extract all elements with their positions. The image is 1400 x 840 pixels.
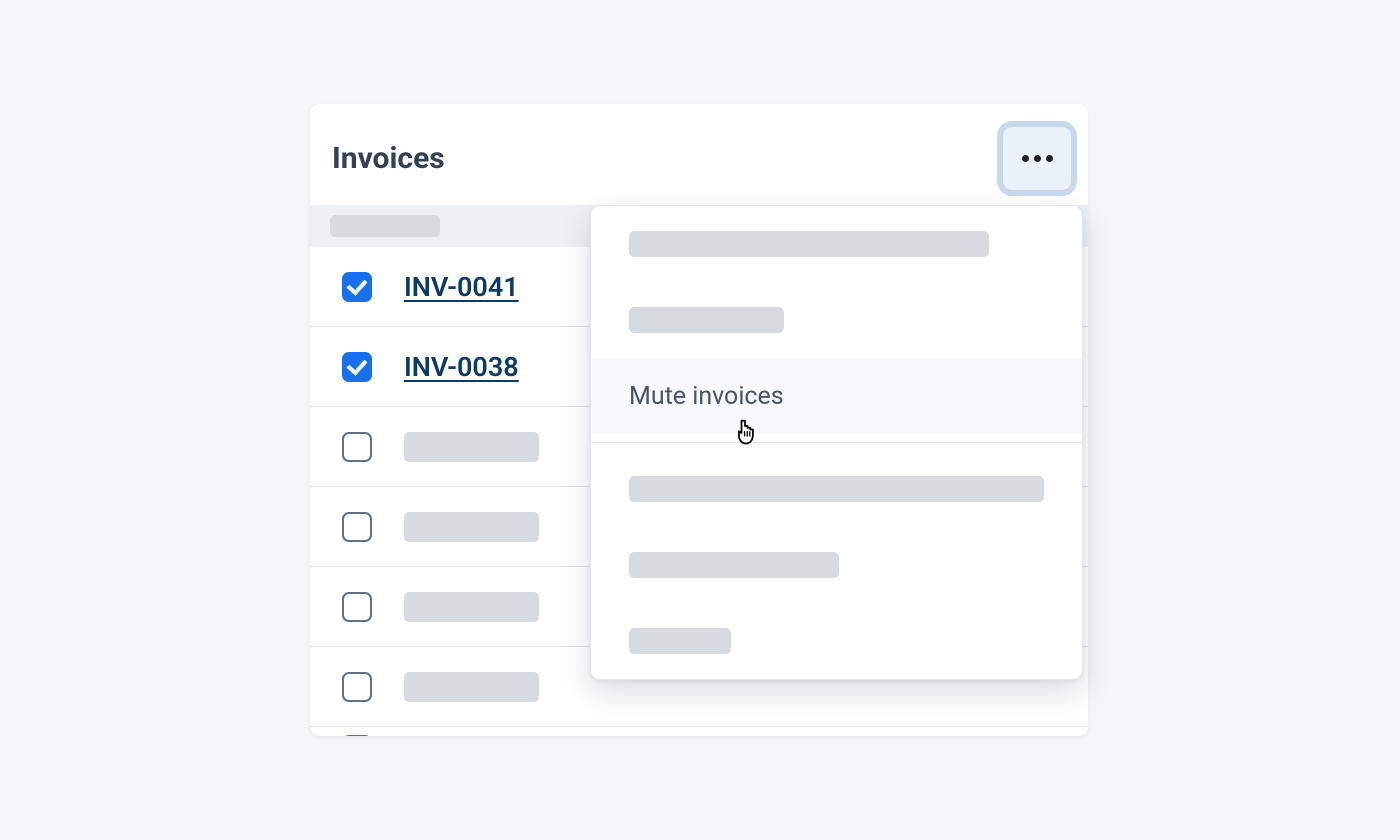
invoice-placeholder [404,432,539,462]
actions-menu: Mute invoices [590,205,1083,680]
row-checkbox[interactable] [342,432,372,462]
row-checkbox[interactable] [342,735,372,736]
menu-item-placeholder [629,307,784,333]
row-checkbox[interactable] [342,512,372,542]
menu-item-placeholder [629,231,989,257]
panel-header: Invoices [310,104,1088,205]
menu-item-placeholder [629,476,1044,502]
menu-item-mute-invoices[interactable]: Mute invoices [591,358,1082,434]
invoice-placeholder [404,672,539,702]
row-checkbox[interactable] [342,592,372,622]
invoice-link[interactable]: INV-0041 [404,271,519,303]
menu-separator [591,442,1082,443]
invoice-placeholder [404,512,539,542]
menu-item[interactable] [591,603,1082,679]
invoice-link[interactable]: INV-0038 [404,351,519,383]
menu-item[interactable] [591,451,1082,527]
row-checkbox[interactable] [342,272,372,302]
panel-title: Invoices [332,141,445,176]
row-checkbox[interactable] [342,672,372,702]
totals-label-placeholder [330,215,440,237]
menu-item[interactable] [591,206,1082,282]
ellipsis-icon [1022,155,1029,162]
ellipsis-icon [1034,155,1041,162]
menu-item-label: Mute invoices [629,382,784,411]
invoice-placeholder [404,592,539,622]
row-checkbox[interactable] [342,352,372,382]
menu-item-placeholder [629,628,731,654]
more-actions-button[interactable] [1002,126,1072,191]
menu-item[interactable] [591,282,1082,358]
ellipsis-icon [1046,155,1053,162]
menu-item-placeholder [629,552,839,578]
table-row[interactable]: INV-0034 12/02/2020 NZ$700.15 [310,727,1088,736]
menu-item[interactable] [591,527,1082,603]
